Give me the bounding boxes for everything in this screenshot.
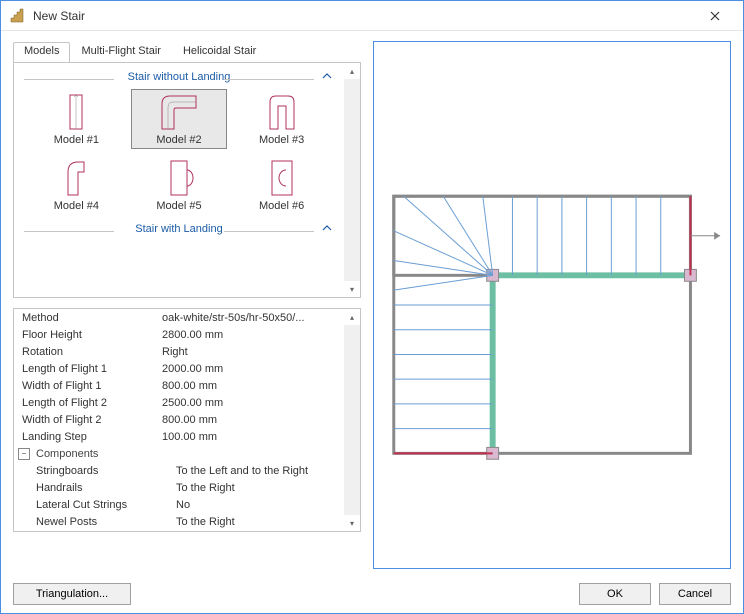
prop-newel-posts[interactable]: Newel PostsTo the Right [14,513,344,530]
prop-landing-step[interactable]: Landing Step100.00 mm [14,428,344,445]
collapse-icon[interactable] [322,223,332,236]
model-label: Model #2 [156,134,201,146]
triangulation-button[interactable]: Triangulation... [13,583,131,605]
left-panel: Models Multi-Flight Stair Helicoidal Sta… [13,41,361,569]
preview-area [373,41,731,569]
window-title: New Stair [33,9,85,23]
category-title: Stair without Landing [128,71,231,83]
titlebar: New Stair [1,1,743,31]
models-list: Stair without Landing Model #1 [14,63,344,297]
stair-thumb-icon [50,158,102,198]
collapse-toggle-icon[interactable]: − [18,448,30,460]
stair-thumb-icon [153,158,205,198]
ok-button[interactable]: OK [579,583,651,605]
stair-thumb-icon [256,158,308,198]
prop-method[interactable]: Methodoak-white/str-50s/hr-50x50/... [14,309,344,326]
model-label: Model #6 [259,200,304,212]
tab-multi-flight[interactable]: Multi-Flight Stair [70,42,171,63]
category-no-landing: Stair without Landing [18,69,340,89]
tab-helicoidal[interactable]: Helicoidal Stair [172,42,267,63]
stair-thumb-icon [50,92,102,132]
model-4[interactable]: Model #4 [28,155,125,215]
dialog-window: New Stair Models Multi-Flight Stair Heli… [0,0,744,614]
scroll-down-icon[interactable]: ▾ [344,515,360,531]
model-label: Model #3 [259,134,304,146]
model-2[interactable]: Model #2 [131,89,228,149]
prop-rotation[interactable]: RotationRight [14,343,344,360]
dialog-footer: Triangulation... OK Cancel [1,575,743,613]
prop-width-flight1[interactable]: Width of Flight 1800.00 mm [14,377,344,394]
tab-strip: Models Multi-Flight Stair Helicoidal Sta… [13,41,361,63]
category-title: Stair with Landing [135,223,222,235]
prop-stringboards[interactable]: StringboardsTo the Left and to the Right [14,462,344,479]
app-icon [9,8,25,24]
stair-thumb-icon [153,92,205,132]
prop-floor-height[interactable]: Floor Height2800.00 mm [14,326,344,343]
prop-group-components[interactable]: −Components [14,445,344,462]
cancel-button[interactable]: Cancel [659,583,731,605]
models-area: Stair without Landing Model #1 [13,62,361,298]
close-button[interactable] [695,1,735,30]
model-1[interactable]: Model #1 [28,89,125,149]
prop-length-flight2[interactable]: Length of Flight 22500.00 mm [14,394,344,411]
models-scrollbar[interactable]: ▴ ▾ [344,63,360,297]
model-label: Model #4 [54,200,99,212]
prop-lateral-cut[interactable]: Lateral Cut StringsNo [14,496,344,513]
prop-length-flight1[interactable]: Length of Flight 12000.00 mm [14,360,344,377]
model-label: Model #1 [54,134,99,146]
stair-thumb-icon [256,92,308,132]
scroll-track[interactable] [344,325,360,515]
scroll-up-icon[interactable]: ▴ [344,309,360,325]
model-5[interactable]: Model #5 [131,155,228,215]
properties-scrollbar[interactable]: ▴ ▾ [344,309,360,531]
properties-panel: Methodoak-white/str-50s/hr-50x50/... Flo… [13,308,361,532]
properties-table: Methodoak-white/str-50s/hr-50x50/... Flo… [14,309,344,531]
scroll-down-icon[interactable]: ▾ [344,281,360,297]
prop-handrails[interactable]: HandrailsTo the Right [14,479,344,496]
prop-width-flight2[interactable]: Width of Flight 2800.00 mm [14,411,344,428]
scroll-up-icon[interactable]: ▴ [344,63,360,79]
dialog-body: Models Multi-Flight Stair Helicoidal Sta… [1,31,743,575]
scroll-track[interactable] [344,79,360,281]
model-grid-1: Model #1 Model #2 Model #3 [18,89,340,215]
model-label: Model #5 [156,200,201,212]
category-with-landing: Stair with Landing [18,221,340,241]
tab-models[interactable]: Models [13,42,70,63]
stair-preview-icon [374,42,730,568]
model-6[interactable]: Model #6 [233,155,330,215]
model-3[interactable]: Model #3 [233,89,330,149]
collapse-icon[interactable] [322,71,332,84]
